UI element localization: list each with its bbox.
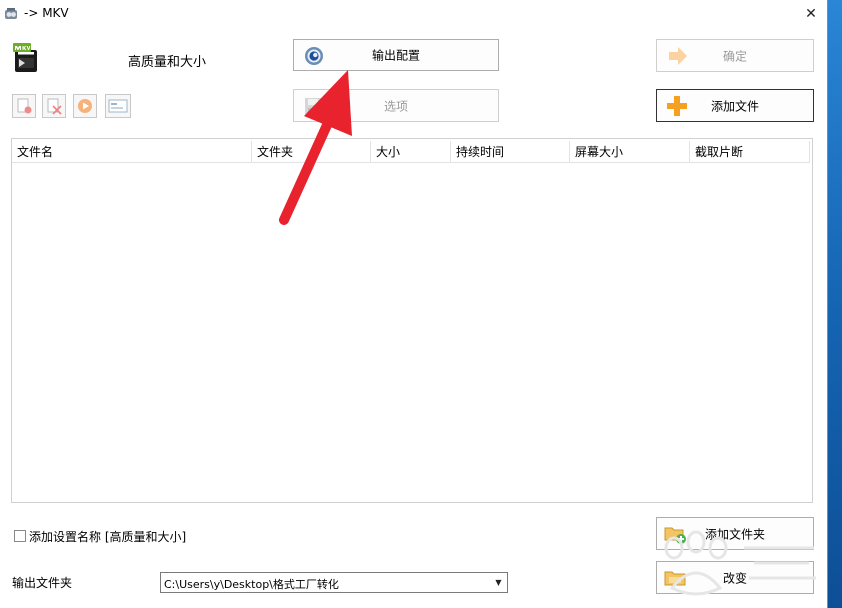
- output-folder-value: C:\Users\y\Desktop\格式工厂转化: [164, 578, 339, 591]
- file-list-header: 文件名 文件夹 大小 持续时间 屏幕大小 截取片断: [12, 141, 812, 163]
- options-label: 选项: [383, 99, 408, 113]
- column-header-filename[interactable]: 文件名: [12, 141, 252, 163]
- close-icon: ✕: [805, 6, 817, 22]
- title-bar: -> MKV ✕: [0, 0, 827, 28]
- convert-dialog: -> MKV ✕ 高质量和大小 输出配置 确定 选项 添加文件 文件名 文件夹 …: [0, 0, 828, 608]
- ok-button[interactable]: 确定: [656, 39, 814, 72]
- ok-label: 确定: [722, 49, 747, 63]
- clear-icon: [47, 98, 62, 115]
- file-list[interactable]: 文件名 文件夹 大小 持续时间 屏幕大小 截取片断: [11, 138, 813, 503]
- play-button[interactable]: [73, 94, 97, 118]
- add-setting-name-option[interactable]: 添加设置名称 [高质量和大小]: [14, 528, 186, 545]
- desktop-background: [828, 0, 842, 608]
- app-icon: [5, 8, 17, 19]
- add-setting-name-label: 添加设置名称 [高质量和大小]: [29, 530, 187, 544]
- media-info-icon: [108, 99, 128, 113]
- media-info-button[interactable]: [105, 94, 131, 118]
- output-config-label: 输出配置: [371, 48, 420, 63]
- options-button[interactable]: 选项: [293, 89, 499, 122]
- play-icon: [78, 99, 92, 113]
- add-folder-button[interactable]: 添加文件夹: [656, 517, 814, 550]
- close-button[interactable]: ✕: [796, 0, 826, 28]
- column-header-folder[interactable]: 文件夹: [252, 141, 371, 163]
- output-config-button[interactable]: 输出配置: [293, 39, 499, 71]
- output-folder-select[interactable]: C:\Users\y\Desktop\格式工厂转化 ▼: [160, 572, 508, 593]
- column-header-clip[interactable]: 截取片断: [690, 141, 810, 163]
- change-label: 改变: [722, 571, 747, 585]
- profile-label: 高质量和大小: [128, 55, 207, 70]
- change-button[interactable]: 改变: [656, 561, 814, 594]
- column-header-duration[interactable]: 持续时间: [451, 141, 570, 163]
- mkv-video-icon: [13, 43, 37, 72]
- output-folder-label: 输出文件夹: [12, 576, 73, 590]
- add-folder-label: 添加文件夹: [704, 527, 765, 541]
- column-header-size[interactable]: 大小: [371, 141, 451, 163]
- dropdown-arrow-icon[interactable]: ▼: [490, 573, 507, 592]
- clear-button[interactable]: [42, 94, 66, 118]
- remove-icon: [17, 98, 32, 114]
- column-header-screen-size[interactable]: 屏幕大小: [570, 141, 690, 163]
- remove-button[interactable]: [12, 94, 36, 118]
- add-file-button[interactable]: 添加文件: [656, 89, 814, 122]
- add-setting-name-checkbox[interactable]: [14, 530, 26, 542]
- window-title: -> MKV: [24, 6, 69, 20]
- add-file-label: 添加文件: [710, 99, 759, 113]
